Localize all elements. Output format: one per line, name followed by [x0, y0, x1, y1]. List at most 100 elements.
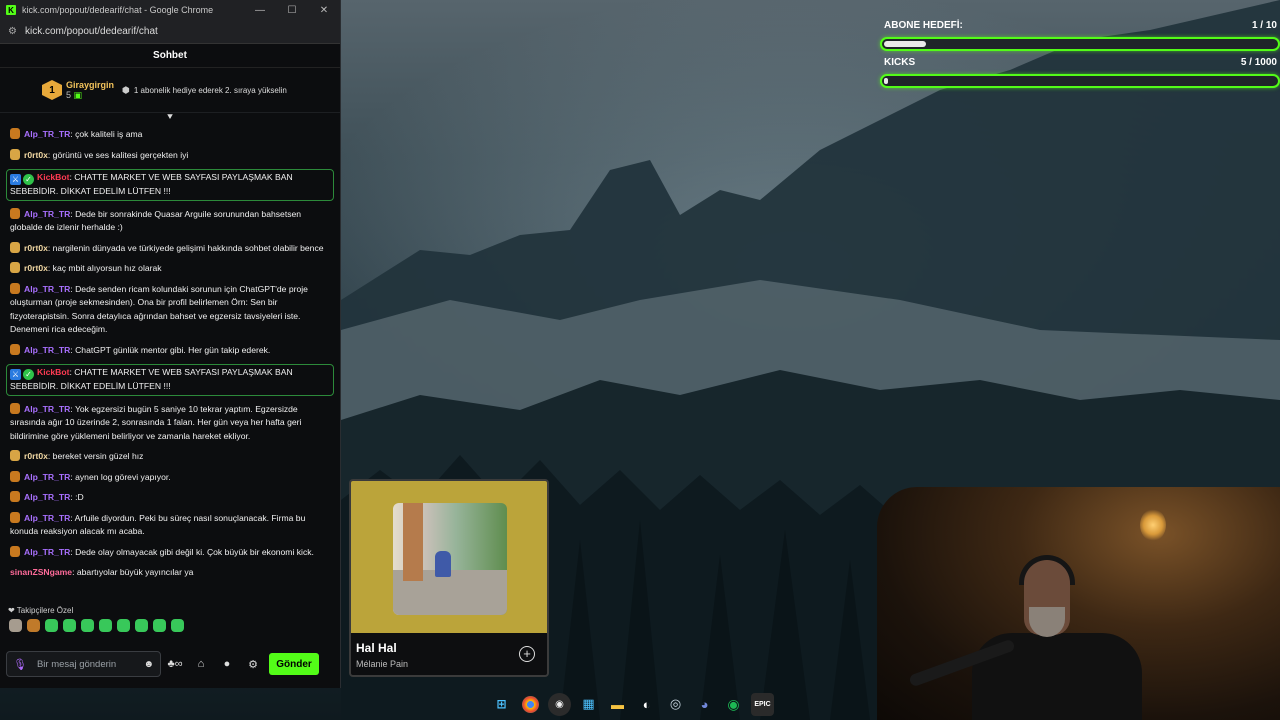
send-button[interactable]: Gönder	[269, 653, 319, 675]
chat-username[interactable]: r0rt0x	[24, 263, 48, 273]
chat-username[interactable]: Alp_TR_TR	[24, 547, 70, 557]
spotify-icon[interactable]: ◉	[722, 693, 745, 716]
emote-icon[interactable]	[9, 619, 22, 632]
chat-message-input[interactable]	[36, 658, 144, 670]
site-settings-icon[interactable]: ⚙	[8, 26, 17, 37]
followers-only-text: Takipçilere Özel	[16, 606, 74, 615]
rank-badge-icon: 1	[42, 80, 62, 100]
goal-progress-bar	[880, 37, 1280, 51]
gift-box-icon: ▣	[73, 89, 83, 100]
heart-icon: ❤	[8, 606, 15, 615]
emote-icon[interactable]	[153, 619, 166, 632]
emoji-picker-icon[interactable]: ☻	[143, 659, 154, 670]
chat-message: ⚔ ✓ KickBot: CHATTE MARKET VE WEB SAYFASI …	[6, 364, 334, 396]
emote-icon[interactable]	[135, 619, 148, 632]
emote-icon[interactable]	[45, 619, 58, 632]
emote-icon[interactable]	[99, 619, 112, 632]
steam-icon[interactable]: ◎	[664, 693, 687, 716]
maximize-button[interactable]: ☐	[276, 5, 308, 16]
top-gifter-banner[interactable]: 1 Giraygirgin 5 ▣ ⬢ 1 abonelik hediye ed…	[0, 68, 340, 113]
goal: KICKS 5 / 1000	[880, 57, 1280, 88]
chat-username[interactable]: KickBot	[37, 367, 69, 377]
chat-message: sinanZSNgame: abartıyolar büyük yayıncıl…	[10, 566, 334, 580]
microsoft-store-icon[interactable]: ▦	[577, 693, 600, 716]
settings-gear-icon[interactable]: ⚙	[241, 658, 265, 671]
user-badge-icon	[10, 241, 20, 253]
emote-icon[interactable]	[27, 619, 40, 632]
minimize-button[interactable]: —	[244, 5, 276, 16]
goal: ABONE HEDEFİ: 1 / 10	[880, 20, 1280, 51]
chat-text: : nargilenin dünyada ve türkiyede gelişi…	[47, 242, 324, 253]
obs-icon[interactable]: ◉	[548, 692, 571, 716]
chrome-icon[interactable]	[522, 695, 539, 713]
chat-username[interactable]: Alp_TR_TR	[24, 345, 70, 355]
top-gifter: Giraygirgin 5 ▣	[66, 80, 114, 101]
chat-message: r0rt0x: görüntü ve ses kalitesi gerçekte…	[10, 148, 334, 163]
chat-text: : ChatGPT günlük mentor gibi. Her gün ta…	[70, 344, 271, 355]
windows-start-icon[interactable]: ⊞	[490, 693, 513, 716]
chat-username[interactable]: Alp_TR_TR	[24, 492, 70, 502]
chat-username[interactable]: sinanZSNgame	[10, 567, 72, 577]
window-title: kick.com/popout/dedearif/chat - Google C…	[22, 5, 214, 15]
headset-icon	[1019, 555, 1075, 585]
moderator-badge-icon: ⚔	[10, 174, 21, 185]
chat-username[interactable]: r0rt0x	[24, 243, 48, 253]
discord-icon[interactable]: ◕	[693, 693, 716, 716]
emote-icon[interactable]	[63, 619, 76, 632]
chat-username[interactable]: Alp_TR_TR	[24, 404, 70, 414]
app-icon[interactable]: ◐	[635, 693, 658, 716]
goal-progress: 5 / 1000	[1240, 57, 1277, 68]
chat-username[interactable]: Alp_TR_TR	[24, 129, 70, 139]
scroll-down-icon[interactable]: ⯆	[0, 113, 340, 126]
chat-username[interactable]: Alp_TR_TR	[24, 472, 70, 482]
add-song-icon[interactable]: +	[519, 646, 535, 662]
chat-username[interactable]: Alp_TR_TR	[24, 284, 70, 294]
chat-bubble-icon[interactable]: ●	[215, 658, 239, 670]
chat-message: Alp_TR_TR: çok kaliteli iş ama	[10, 128, 334, 142]
chat-username[interactable]: Alp_TR_TR	[24, 209, 70, 219]
emote-icon[interactable]	[117, 619, 130, 632]
chat-username[interactable]: r0rt0x	[24, 451, 48, 461]
chat-username[interactable]: r0rt0x	[24, 150, 48, 160]
address-bar[interactable]: ⚙ kick.com/popout/dedearif/chat	[0, 20, 340, 44]
user-badge-icon	[10, 402, 20, 414]
close-button[interactable]: ✕	[308, 5, 340, 16]
user-badge-icon	[10, 511, 20, 523]
goals-overlay: ABONE HEDEFİ: 1 / 10 KICKS 5 / 1000	[880, 20, 1280, 88]
goal-progress-fill	[884, 41, 926, 47]
now-playing-card: Hal Hal Mélanie Pain +	[349, 479, 549, 677]
goal-header: KICKS 5 / 1000	[880, 57, 1280, 68]
goal-header: ABONE HEDEFİ: 1 / 10	[880, 20, 1280, 31]
chat-input-box[interactable]: 🎙 ☻	[6, 651, 161, 677]
file-explorer-icon[interactable]: ▬	[606, 693, 629, 716]
chat-username[interactable]: KickBot	[37, 172, 69, 182]
window-titlebar[interactable]: K kick.com/popout/dedearif/chat - Google…	[0, 0, 340, 20]
kick-emotes-icon[interactable]: ♣∞	[163, 658, 187, 670]
gift-prompt-text: 1 abonelik hediye ederek 2. sıraya yükse…	[133, 85, 287, 95]
top-gifter-username[interactable]: Giraygirgin	[66, 80, 114, 90]
moderator-badge-icon: ⚔	[10, 369, 21, 380]
emote-icon[interactable]	[171, 619, 184, 632]
chat-message: r0rt0x: kaç mbit alıyorsun hız olarak	[10, 262, 334, 276]
epic-games-icon[interactable]: EPIC	[751, 692, 774, 716]
user-badge-icon	[10, 207, 20, 219]
album-art-image	[393, 503, 507, 615]
chat-message: Alp_TR_TR: Dede bir sonrakinde Quasar Ar…	[10, 207, 334, 235]
chat-popout-window: K kick.com/popout/dedearif/chat - Google…	[0, 0, 341, 688]
user-badge-icon	[10, 148, 20, 160]
chat-username[interactable]: Alp_TR_TR	[24, 513, 70, 523]
user-badge-icon	[10, 491, 20, 502]
album-cover	[351, 481, 547, 633]
goal-label: ABONE HEDEFİ:	[884, 20, 963, 31]
store-icon[interactable]: ⌂	[189, 658, 213, 670]
song-artist: Mélanie Pain	[356, 659, 409, 669]
chat-message-list[interactable]: Alp_TR_TR: çok kaliteli iş ama r0rt0x: gö…	[0, 126, 340, 604]
chat-message: Alp_TR_TR: aynen log görevi yapıyor.	[10, 470, 334, 485]
chat-message: r0rt0x: bereket versin güzel hız	[10, 450, 334, 464]
emote-icon[interactable]	[81, 619, 94, 632]
bot-badges: ⚔ ✓	[10, 369, 34, 380]
user-badge-icon	[10, 262, 20, 273]
gift-count: 5	[66, 89, 72, 100]
microphone-icon[interactable]: 🎙	[13, 658, 27, 671]
chat-text: : kaç mbit alıyorsun hız olarak	[47, 263, 162, 273]
